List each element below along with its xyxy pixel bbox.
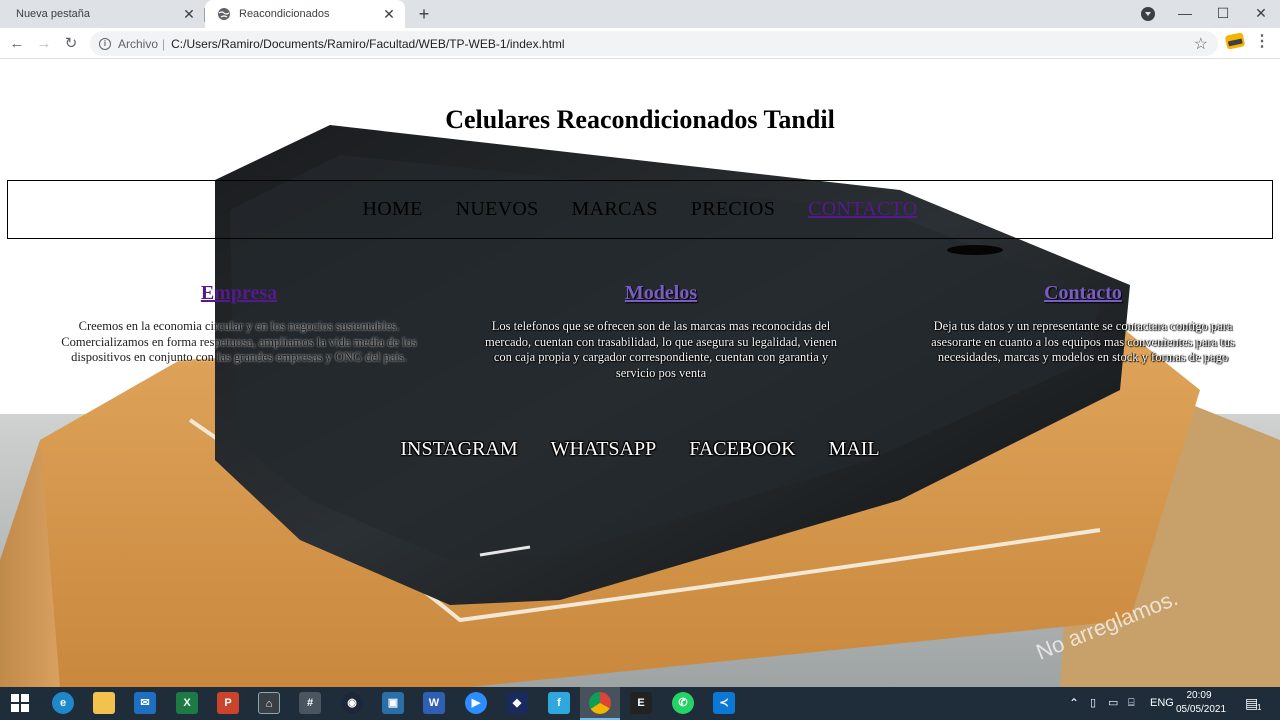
windows-start-icon[interactable]	[10, 693, 30, 713]
modelos-text: Los telefonos que se ofrecen son de las …	[485, 319, 837, 380]
scheme-separator: |	[162, 36, 166, 51]
window-close-icon[interactable]: ✕	[1242, 0, 1280, 28]
url-text: C:/Users/Ramiro/Documents/Ramiro/Faculta…	[171, 36, 565, 51]
scheme-label: Archivo	[118, 36, 159, 51]
modelos-heading-link[interactable]: Modelos	[482, 282, 840, 305]
windows-taskbar: e ✉ X P ⌂ # ◉ ▣ W ▶ ◆ f E ✆ ≺ ⌃ ▯ ▭ ⌸ EN…	[0, 687, 1280, 720]
address-bar[interactable]: i Archivo | C:/Users/Ramiro/Documents/Ra…	[90, 31, 1218, 56]
social-facebook[interactable]: FACEBOOK	[689, 438, 795, 461]
social-instagram[interactable]: INSTAGRAM	[400, 438, 517, 461]
social-links: INSTAGRAM WHATSAPP FACEBOOK MAIL	[0, 438, 1280, 461]
tab-reacondicionados[interactable]: Reacondicionados ✕	[205, 0, 405, 28]
chrome-icon[interactable]	[589, 692, 611, 714]
nav-nuevos[interactable]: NUEVOS	[456, 198, 539, 221]
empresa-heading-link[interactable]: Empresa	[60, 282, 418, 305]
social-whatsapp[interactable]: WHATSAPP	[551, 438, 657, 461]
store-icon[interactable]: ⌂	[258, 692, 280, 714]
chevron-up-icon[interactable]: ⌃	[1069, 687, 1079, 720]
tab-title: Nueva pestaña	[16, 8, 90, 20]
close-tab-icon[interactable]: ✕	[381, 6, 397, 22]
game-app-icon[interactable]: ◆	[506, 692, 528, 714]
facebook-app-icon[interactable]: f	[548, 692, 570, 714]
kebab-menu-icon[interactable]: ⋮	[1254, 33, 1270, 53]
page-viewport: No arreglamos. Celulares Reacondicionado…	[0, 60, 1280, 687]
contacto-section: Contacto Deja tus datos y un representan…	[912, 282, 1254, 366]
nav-contacto[interactable]: CONTACTO	[808, 198, 917, 221]
edge-icon[interactable]: e	[52, 692, 74, 714]
powerpoint-icon[interactable]: P	[217, 692, 239, 714]
nav-home[interactable]: HOME	[363, 198, 423, 221]
modelos-section: Modelos Los telefonos que se ofrecen son…	[482, 282, 840, 381]
forward-arrow-icon[interactable]: →	[33, 33, 55, 55]
empresa-section: Empresa Creemos en la economia circular …	[60, 282, 418, 366]
epic-games-icon[interactable]: E	[630, 692, 652, 714]
minimize-icon[interactable]: —	[1166, 0, 1204, 28]
nav-precios[interactable]: PRECIOS	[691, 198, 775, 221]
maximize-icon[interactable]: ☐	[1204, 0, 1242, 28]
clock-date: 05/05/2021	[1176, 704, 1227, 715]
globe-icon	[218, 8, 230, 20]
close-tab-icon[interactable]: ✕	[181, 6, 197, 22]
bookmark-star-icon[interactable]: ☆	[1194, 34, 1208, 54]
main-nav: HOME NUEVOS MARCAS PRECIOS CONTACTO	[7, 180, 1273, 239]
tab-strip: Nueva pestaña ✕ Reacondicionados ✕ + — ☐…	[0, 0, 1280, 28]
contacto-heading-link[interactable]: Contacto	[912, 282, 1254, 305]
tab-title: Reacondicionados	[239, 8, 330, 20]
nav-marcas[interactable]: MARCAS	[572, 198, 658, 221]
tab-new-tab[interactable]: Nueva pestaña ✕	[0, 0, 205, 28]
social-mail[interactable]: MAIL	[829, 438, 880, 461]
photos-icon[interactable]: ▣	[382, 692, 404, 714]
system-clock[interactable]: 20:09 05/05/2021	[1176, 689, 1227, 717]
new-tab-button[interactable]: +	[414, 4, 434, 24]
network-icon[interactable]: ⌸	[1128, 687, 1135, 720]
battery-icon[interactable]: ▭	[1108, 687, 1118, 720]
file-explorer-icon[interactable]	[93, 692, 115, 714]
info-icon[interactable]: i	[99, 37, 111, 50]
vscode-icon[interactable]: ≺	[713, 692, 735, 714]
excel-icon[interactable]: X	[176, 692, 198, 714]
clock-time: 20:09	[1186, 690, 1212, 701]
calculator-icon[interactable]: #	[299, 692, 321, 714]
word-icon[interactable]: W	[423, 692, 445, 714]
steam-icon[interactable]: ◉	[341, 692, 363, 714]
usb-icon[interactable]: ▯	[1090, 687, 1096, 720]
whatsapp-icon[interactable]: ✆	[672, 692, 694, 714]
empresa-text: Creemos en la economia circular y en los…	[61, 319, 417, 364]
notification-count: 1	[1257, 703, 1262, 712]
zoom-icon[interactable]: ▶	[465, 692, 487, 714]
back-arrow-icon[interactable]: ←	[6, 33, 28, 55]
browser-toolbar: ← → ↻ i Archivo | C:/Users/Ramiro/Docume…	[0, 28, 1280, 59]
contacto-text: Deja tus datos y un representante se con…	[931, 319, 1235, 364]
language-indicator[interactable]: ENG	[1150, 687, 1174, 720]
page-title: Celulares Reacondicionados Tandil	[445, 105, 835, 134]
mail-icon[interactable]: ✉	[134, 692, 156, 714]
tab-search-icon[interactable]	[1141, 7, 1155, 21]
reload-icon[interactable]: ↻	[60, 33, 82, 55]
